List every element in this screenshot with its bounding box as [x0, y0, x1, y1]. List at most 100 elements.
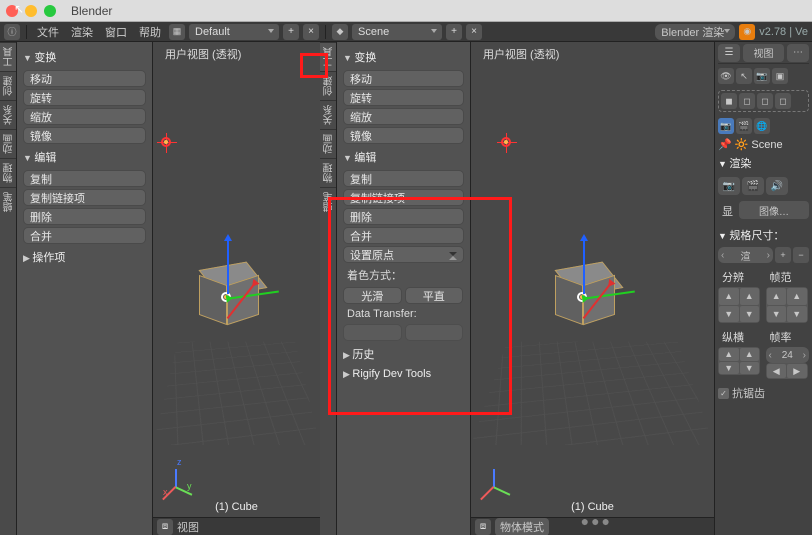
duplicate-button-mid[interactable]: 复制 — [343, 170, 464, 187]
panel-transform-header-mid[interactable]: 变换 — [343, 46, 464, 68]
render-preset-dropdown[interactable]: 渲 — [718, 247, 773, 263]
panel-transform-header[interactable]: 变换 — [23, 46, 146, 68]
left-3dview: 工具 创建 关系 动画 物理 蜡笔 变换 移动 旋转 缩放 镜像 编辑 复制 复… — [0, 42, 320, 535]
aspect-label: 纵横 — [718, 327, 762, 347]
render-anim-button[interactable]: 🎬 — [742, 177, 764, 195]
annotation-marker-corner — [300, 53, 328, 78]
outliner-view-btn[interactable]: 视图 — [743, 44, 784, 62]
delete-button[interactable]: 删除 — [23, 208, 146, 225]
editor-type-icon[interactable]: ⧈ — [157, 519, 173, 535]
menu-window[interactable]: 窗口 — [101, 24, 131, 40]
render-still-button[interactable]: 📷 — [718, 177, 740, 195]
tab-create[interactable]: 创建 — [0, 71, 16, 100]
scene-tab-icon[interactable]: 🎬 — [736, 118, 752, 134]
panel-edit-header[interactable]: 编辑 — [23, 146, 146, 168]
properties-region: ☰ 视图 ⋯ 👁 ↖ 📷 ▣ ◼◻◻◻ 📷 🎬 🌐 📌 🔆 Scene 渲染 📷… — [714, 42, 812, 535]
tab-physics-mid[interactable]: 物理 — [320, 158, 336, 187]
scene-field[interactable]: Scene — [352, 24, 442, 40]
render-toggle-icon[interactable]: ▣ — [772, 68, 788, 84]
layer-grid[interactable]: ◼◻◻◻ — [718, 90, 809, 112]
scale-button-mid[interactable]: 缩放 — [343, 108, 464, 125]
minimize-window-button[interactable] — [25, 5, 37, 17]
window-title: Blender — [71, 4, 112, 18]
blender-logo-icon: ◉ — [739, 24, 755, 40]
menu-file[interactable]: 文件 — [33, 24, 63, 40]
axis-indicator-right — [481, 465, 511, 495]
editor-type-icon-right[interactable]: ⧈ — [475, 519, 491, 535]
tab-animation[interactable]: 动画 — [0, 129, 16, 158]
dimensions-panel-header[interactable]: 规格尺寸： — [718, 225, 809, 245]
antialias-label: 抗锯齿 — [732, 385, 765, 401]
viewport-header-left: 用户视图 (透视) — [165, 46, 241, 62]
tab-tools[interactable]: 工具 — [0, 42, 16, 71]
join-button[interactable]: 合并 — [23, 227, 146, 244]
display-mode-dropdown[interactable]: 图像… — [739, 201, 809, 219]
duplicate-button[interactable]: 复制 — [23, 170, 146, 187]
menu-help[interactable]: 帮助 — [135, 24, 165, 40]
framerange-arrows[interactable]: ▲▲▼▼ — [766, 287, 808, 323]
viewport-header-right: 用户视图 (透视) — [483, 46, 559, 62]
cursor-icon[interactable]: ↖ — [736, 68, 752, 84]
outliner-header: ☰ 视图 ⋯ — [718, 44, 809, 64]
logo-watermark: ●●● — [581, 513, 612, 529]
duplicate-linked-button[interactable]: 复制链接项 — [23, 189, 146, 206]
translate-button-mid[interactable]: 移动 — [343, 70, 464, 87]
scene-icon: 🔆 — [735, 138, 749, 151]
tab-relations[interactable]: 关系 — [0, 100, 16, 129]
panel-edit-header-mid[interactable]: 编辑 — [343, 146, 464, 168]
3d-cursor-icon-right — [501, 137, 511, 147]
viewport-statusbar-left: ⧈ 视图 — [153, 517, 320, 535]
active-object-label-left: (1) Cube — [153, 501, 320, 513]
mirror-button-mid[interactable]: 镜像 — [343, 127, 464, 144]
zoom-window-button[interactable] — [44, 5, 56, 17]
tab-physics[interactable]: 物理 — [0, 158, 16, 187]
properties-context-tabs: 📷 🎬 🌐 — [718, 118, 809, 134]
annotation-marker-panel — [328, 197, 512, 415]
editor-type-dropdown[interactable]: ⓘ — [4, 24, 20, 40]
fps-spinner[interactable]: 24 — [766, 347, 810, 363]
render-panel-header[interactable]: 渲染 — [718, 153, 809, 173]
pin-icon[interactable]: 📌 — [718, 138, 732, 151]
viewport-left[interactable]: 用户视图 (透视) z y x (1) Cube ⧈ 视图 — [153, 42, 320, 535]
framerate-arrows[interactable]: ◀▶ — [766, 363, 808, 379]
axis-indicator-left: z y x — [163, 465, 193, 495]
viewport-menu-view[interactable]: 视图 — [177, 519, 199, 535]
rotate-button-mid[interactable]: 旋转 — [343, 89, 464, 106]
mirror-button[interactable]: 镜像 — [23, 127, 146, 144]
render-engine-dropdown[interactable]: Blender 渲染 — [655, 24, 735, 40]
rotate-button[interactable]: 旋转 — [23, 89, 146, 106]
world-tab-icon[interactable]: 🌐 — [754, 118, 770, 134]
screen-layout-field[interactable]: Default — [189, 24, 279, 40]
aspect-arrows[interactable]: ▲▲▼▼ — [718, 347, 760, 375]
resolution-arrows[interactable]: ▲▲▼▼ — [718, 287, 760, 323]
mode-dropdown[interactable]: 物体模式 — [495, 518, 549, 535]
scene-remove-button[interactable]: × — [466, 24, 482, 40]
scale-button[interactable]: 缩放 — [23, 108, 146, 125]
layout-remove-button[interactable]: × — [303, 24, 319, 40]
3d-cursor-icon-left — [161, 137, 171, 147]
scene-breadcrumb: 📌 🔆 Scene — [718, 138, 809, 151]
tab-relations-mid[interactable]: 关系 — [320, 100, 336, 129]
operator-panel-header[interactable]: 操作项 — [23, 246, 146, 268]
scene-add-button[interactable]: + — [446, 24, 462, 40]
preset-add-icon[interactable]: + — [775, 247, 791, 263]
antialias-checkbox[interactable]: ✓ — [718, 388, 729, 399]
translate-button[interactable]: 移动 — [23, 70, 146, 87]
render-tab-icon[interactable]: 📷 — [718, 118, 734, 134]
restriction-toggles: 👁 ↖ 📷 ▣ — [718, 68, 809, 84]
eye-icon[interactable]: 👁 — [718, 68, 734, 84]
scene-browse-icon[interactable]: ◆ — [332, 24, 348, 40]
toolshelf-left: 变换 移动 旋转 缩放 镜像 编辑 复制 复制链接项 删除 合并 操作项 — [17, 42, 153, 535]
camera-icon[interactable]: 📷 — [754, 68, 770, 84]
layout-add-button[interactable]: + — [283, 24, 299, 40]
menu-render[interactable]: 渲染 — [67, 24, 97, 40]
outliner-editor-icon[interactable]: ☰ — [718, 44, 740, 62]
layout-browse-icon[interactable]: ▦ — [169, 24, 185, 40]
framerate-label: 帧率 — [766, 327, 810, 347]
tab-animation-mid[interactable]: 动画 — [320, 129, 336, 158]
outliner-filter-icon[interactable]: ⋯ — [787, 44, 809, 62]
tab-grease[interactable]: 蜡笔 — [0, 187, 16, 216]
render-audio-button[interactable]: 🔊 — [766, 177, 788, 195]
preset-remove-icon[interactable]: − — [793, 247, 809, 263]
version-label: v2.78 | Ve — [759, 26, 808, 38]
